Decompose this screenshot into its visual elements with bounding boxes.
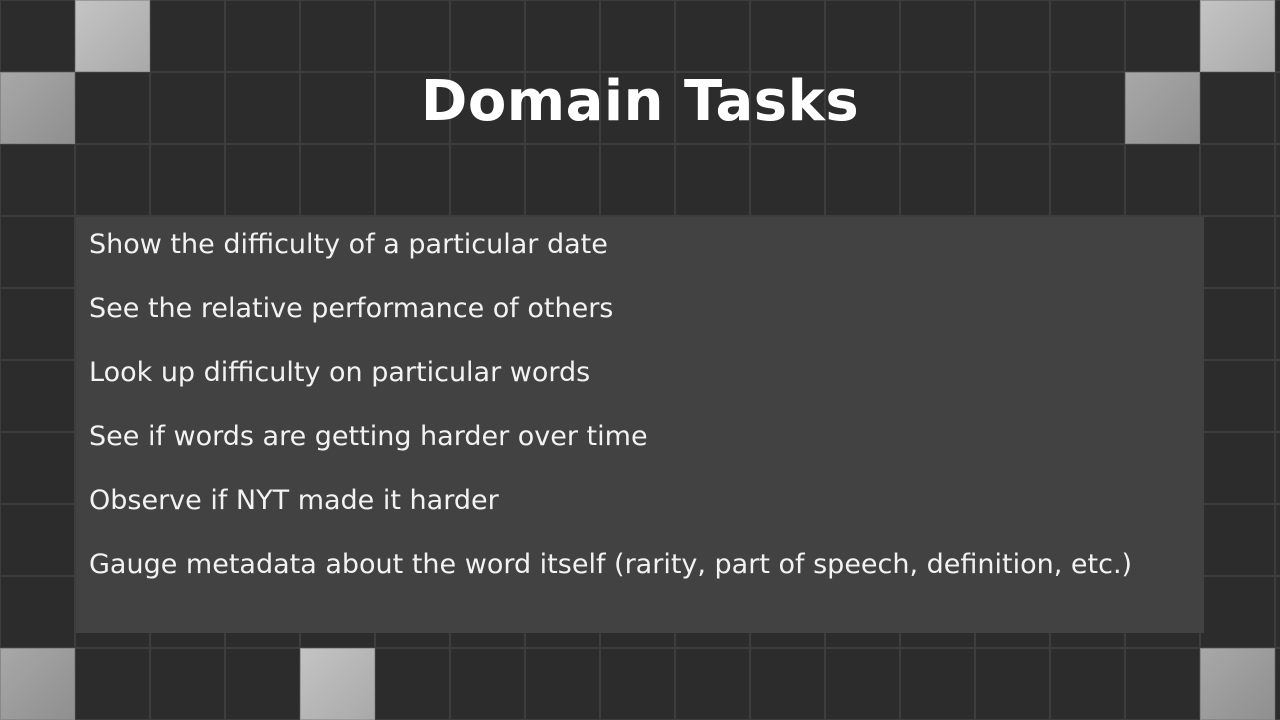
task-item: Observe if NYT made it harder: [89, 485, 499, 516]
background-tile: [0, 0, 75, 72]
background-tile: [525, 0, 600, 72]
task-item: Gauge metadata about the word itself (ra…: [89, 549, 1133, 580]
background-tile: [225, 648, 300, 720]
highlight-tile: [0, 648, 75, 720]
background-tile: [1200, 432, 1275, 504]
background-tile: [525, 648, 600, 720]
background-tile: [150, 0, 225, 72]
background-tile: [1050, 0, 1125, 72]
background-tile: [1200, 360, 1275, 432]
background-tile: [1200, 504, 1275, 576]
background-tile: [525, 144, 600, 216]
background-tile: [1275, 432, 1280, 504]
background-tile: [1275, 648, 1280, 720]
background-tile: [1050, 144, 1125, 216]
background-tile: [825, 144, 900, 216]
slide-title: Domain Tasks: [420, 69, 860, 134]
background-tile: [900, 144, 975, 216]
background-tile: [975, 648, 1050, 720]
background-tile: [675, 144, 750, 216]
tasks-panel: Show the difficulty of a particular date…: [76, 217, 1204, 633]
background-tile: [1275, 576, 1280, 648]
background-tile: [1275, 0, 1280, 72]
background-tile: [1050, 648, 1125, 720]
background-tile: [0, 288, 75, 360]
slide: Domain Tasks Show the difficulty of a pa…: [0, 0, 1280, 720]
task-item: See the relative performance of others: [89, 293, 614, 324]
background-tile: [600, 0, 675, 72]
background-tile: [75, 144, 150, 216]
background-tile: [75, 648, 150, 720]
background-tile: [1275, 504, 1280, 576]
background-tile: [675, 648, 750, 720]
task-item: See if words are getting harder over tim…: [89, 421, 648, 452]
background-tile: [225, 0, 300, 72]
background-tile: [1200, 288, 1275, 360]
background-tile: [900, 648, 975, 720]
background-tile: [825, 0, 900, 72]
highlight-tile: [1200, 0, 1275, 72]
background-tile: [675, 0, 750, 72]
background-tile: [750, 648, 825, 720]
background-tile: [975, 144, 1050, 216]
background-tile: [300, 144, 375, 216]
background-tile: [225, 144, 300, 216]
background-tile: [900, 0, 975, 72]
background-tile: [825, 648, 900, 720]
highlight-tile: [1200, 648, 1275, 720]
background-tile: [0, 576, 75, 648]
background-tile: [0, 216, 75, 288]
background-tile: [1125, 648, 1200, 720]
highlight-tile: [300, 648, 375, 720]
task-item: Show the difficulty of a particular date: [89, 229, 608, 260]
background-tile: [0, 144, 75, 216]
background-tile: [0, 432, 75, 504]
background-tile: [1125, 0, 1200, 72]
background-tile: [1275, 288, 1280, 360]
background-tile: [150, 144, 225, 216]
background-tile: [0, 360, 75, 432]
background-tile: [1200, 576, 1275, 648]
background-tile: [450, 144, 525, 216]
background-tile: [600, 144, 675, 216]
task-item: Look up difficulty on particular words: [89, 357, 591, 388]
background-tile: [750, 144, 825, 216]
background-tile: [600, 648, 675, 720]
background-tile: [1275, 144, 1280, 216]
background-tile: [750, 0, 825, 72]
background-tile: [375, 144, 450, 216]
background-tile: [1125, 144, 1200, 216]
task-list: Show the difficulty of a particular date…: [89, 225, 1132, 609]
background-tile: [1275, 360, 1280, 432]
background-tile: [1200, 144, 1275, 216]
background-tile: [1275, 216, 1280, 288]
background-tile: [300, 0, 375, 72]
background-tile: [975, 0, 1050, 72]
background-tile: [150, 648, 225, 720]
background-tile: [0, 504, 75, 576]
background-tile: [1200, 216, 1275, 288]
background-tile: [450, 0, 525, 72]
background-tile: [375, 0, 450, 72]
highlight-tile: [75, 0, 150, 72]
background-tile: [450, 648, 525, 720]
background-tile: [375, 648, 450, 720]
